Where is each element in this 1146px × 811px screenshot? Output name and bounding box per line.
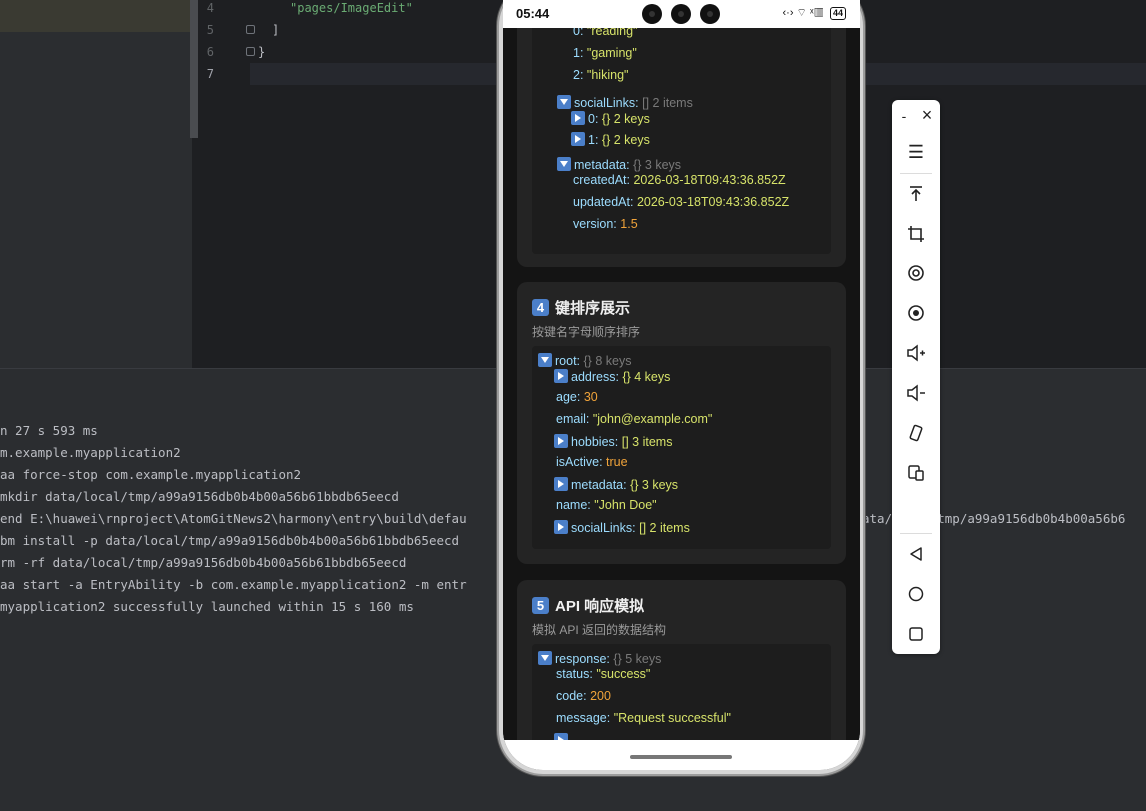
json-row[interactable]: message: "Request successful" xyxy=(556,711,731,725)
json-row[interactable]: socialLinks: [] 2 items xyxy=(554,520,690,535)
json-row[interactable]: 2: "hiking" xyxy=(573,68,628,82)
toolbar-divider xyxy=(900,173,932,174)
json-viewer: response: {} 5 keys status: "success" co… xyxy=(532,644,831,740)
expand-toggle-icon[interactable] xyxy=(554,520,568,534)
card-subtitle: 按键名字母顺序排序 xyxy=(532,325,641,339)
json-row[interactable]: updatedAt: 2026-03-18T09:43:36.852Z xyxy=(573,195,789,209)
code-line[interactable]: "pages/ImageEdit" xyxy=(290,1,413,15)
line-number: 4 xyxy=(206,1,214,15)
expand-toggle-icon[interactable] xyxy=(554,369,568,383)
console-line: bm install -p data/local/tmp/a99a9156db0… xyxy=(0,533,460,548)
json-row-metadata[interactable]: metadata: {} 3 keys xyxy=(557,157,681,172)
json-row[interactable]: createdAt: 2026-03-18T09:43:36.852Z xyxy=(573,173,786,187)
json-row[interactable]: address: {} 4 keys xyxy=(554,369,670,384)
json-row[interactable]: version: 1.5 xyxy=(573,217,638,231)
card-subtitle: 模拟 API 返回的数据结构 xyxy=(532,623,667,637)
code-line[interactable]: ] xyxy=(272,23,279,37)
camera-icon xyxy=(700,4,720,24)
recent-apps-icon[interactable] xyxy=(904,622,928,646)
project-panel-scrollbar[interactable] xyxy=(190,0,198,138)
json-viewer: 0: "reading" 1: "gaming" 2: "hiking" soc… xyxy=(532,28,831,254)
line-number: 6 xyxy=(206,45,214,59)
navigation-bar xyxy=(503,740,860,770)
expand-toggle-icon[interactable] xyxy=(554,733,568,740)
screen-record-icon[interactable] xyxy=(904,261,928,285)
signal-wifi-icon: ‹·› ⌔ ˣ▥ xyxy=(782,7,824,19)
status-time: 05:44 xyxy=(516,6,550,21)
app-content[interactable]: 0: "reading" 1: "gaming" 2: "hiking" soc… xyxy=(503,28,860,740)
json-viewer: root: {} 8 keys address: {} 4 keys age: … xyxy=(532,346,831,549)
project-panel-header xyxy=(0,0,192,32)
fold-marker-icon[interactable] xyxy=(246,47,255,56)
pin-top-icon[interactable] xyxy=(904,182,928,206)
section-number-badge: 5 xyxy=(532,597,549,614)
json-row-response[interactable]: response: {} 5 keys xyxy=(538,651,661,666)
emulator-toolbar: - × ☰ xyxy=(892,100,940,654)
console-line: aa force-stop com.example.myapplication2 xyxy=(0,467,302,482)
json-row[interactable]: status: "success" xyxy=(556,667,650,681)
collapse-toggle-icon[interactable] xyxy=(557,157,571,171)
line-number: 7 xyxy=(206,67,214,81)
collapse-toggle-icon[interactable] xyxy=(538,651,552,665)
home-indicator[interactable] xyxy=(630,755,732,759)
project-panel xyxy=(0,32,192,368)
card-nested-json: 0: "reading" 1: "gaming" 2: "hiking" soc… xyxy=(517,28,846,267)
json-row[interactable]: 0: "reading" xyxy=(573,28,638,38)
json-row[interactable]: 1: {} 2 keys xyxy=(571,132,650,147)
status-bar: 05:44 ‹·› ⌔ ˣ▥ 44 xyxy=(503,0,860,28)
json-row[interactable]: code: 200 xyxy=(556,689,611,703)
minimize-button[interactable]: - xyxy=(892,104,916,128)
collapse-toggle-icon[interactable] xyxy=(538,353,552,367)
console-line: rm -rf data/local/tmp/a99a9156db0b4b00a5… xyxy=(0,555,407,570)
json-row[interactable]: name: "John Doe" xyxy=(556,498,657,512)
volume-down-icon[interactable] xyxy=(904,381,928,405)
card-sorted-keys: 4 键排序展示 按键名字母顺序排序 root: {} 8 keys address… xyxy=(517,282,846,564)
card-title: 5 API 响应模拟 xyxy=(532,595,644,616)
phone-screen: 05:44 ‹·› ⌔ ˣ▥ 44 0: "reading" 1: "gamin… xyxy=(503,0,860,770)
json-row[interactable]: isActive: true xyxy=(556,455,628,469)
expand-toggle-icon[interactable] xyxy=(571,111,585,125)
battery-icon: 44 xyxy=(829,7,846,20)
collapse-toggle-icon[interactable] xyxy=(557,95,571,109)
console-line: aa start -a EntryAbility -b com.example.… xyxy=(0,577,467,592)
close-button[interactable]: × xyxy=(915,103,939,127)
console-line: myapplication2 successfully launched wit… xyxy=(0,599,414,614)
json-row[interactable]: metadata: {} 3 keys xyxy=(554,477,678,492)
json-row[interactable]: age: 30 xyxy=(556,390,598,404)
json-row[interactable]: email: "john@example.com" xyxy=(556,412,712,426)
status-icons: ‹·› ⌔ ˣ▥ 44 xyxy=(783,6,846,20)
json-row-sociallinks[interactable]: socialLinks: [] 2 items xyxy=(557,95,693,110)
section-number-badge: 4 xyxy=(532,299,549,316)
fold-marker-icon[interactable] xyxy=(246,25,255,34)
expand-toggle-icon[interactable] xyxy=(554,434,568,448)
expand-toggle-icon[interactable] xyxy=(554,477,568,491)
console-line: end E:\huawei\rnproject\AtomGitNews2\har… xyxy=(0,511,467,526)
menu-button[interactable]: ☰ xyxy=(904,140,928,164)
code-line[interactable]: } xyxy=(258,45,265,59)
console-line: mkdir data/local/tmp/a99a9156db0b4b00a56… xyxy=(0,489,399,504)
json-row-root[interactable]: root: {} 8 keys xyxy=(538,353,631,368)
console-line: n 27 s 593 ms xyxy=(0,423,98,438)
home-icon[interactable] xyxy=(904,582,928,606)
card-title: 4 键排序展示 xyxy=(532,297,630,318)
crop-icon[interactable] xyxy=(904,222,928,246)
screenshot-icon[interactable] xyxy=(904,301,928,325)
json-row-partial[interactable] xyxy=(554,733,571,740)
volume-up-icon[interactable] xyxy=(904,341,928,365)
json-row[interactable]: 0: {} 2 keys xyxy=(571,111,650,126)
json-row[interactable]: 1: "gaming" xyxy=(573,46,637,60)
line-number: 5 xyxy=(206,23,214,37)
back-icon[interactable] xyxy=(904,542,928,566)
card-api-response: 5 API 响应模拟 模拟 API 返回的数据结构 response: {} 5 … xyxy=(517,580,846,740)
expand-toggle-icon[interactable] xyxy=(571,132,585,146)
json-row[interactable]: hobbies: [] 3 items xyxy=(554,434,672,449)
console-line: m.example.myapplication2 xyxy=(0,445,181,460)
camera-icon xyxy=(671,4,691,24)
toolbar-divider xyxy=(900,533,932,534)
camera-icon xyxy=(642,4,662,24)
rotate-icon[interactable] xyxy=(904,421,928,445)
multi-device-icon[interactable] xyxy=(904,461,928,485)
